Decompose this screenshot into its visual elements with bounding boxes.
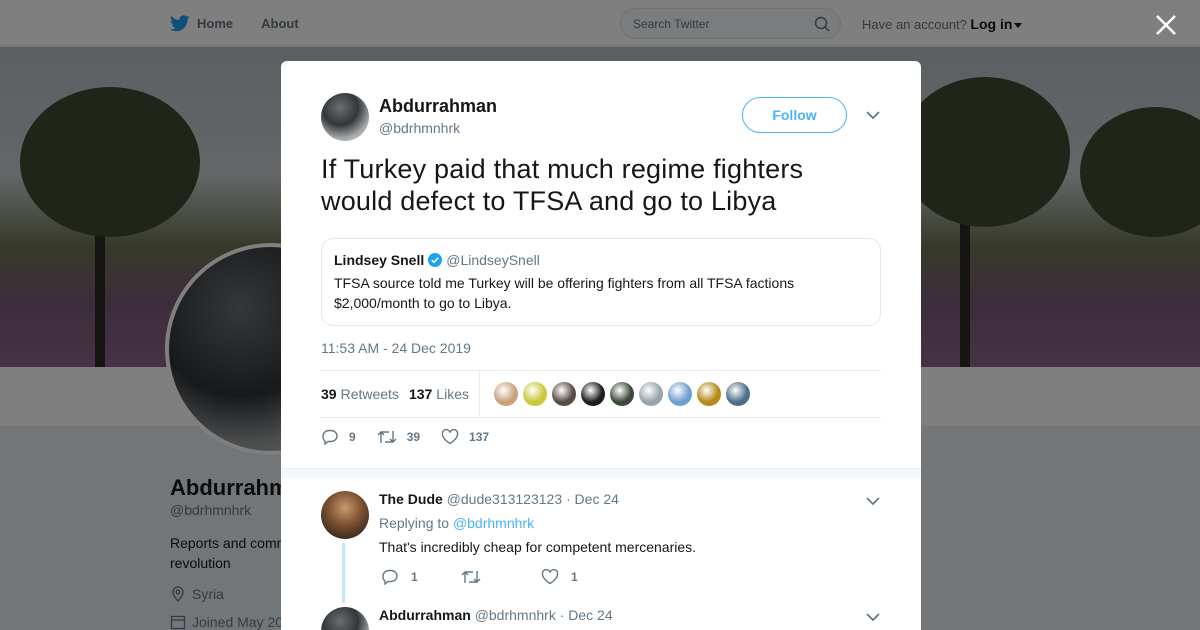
quoted-tweet-text: TFSA source told me Turkey will be offer…: [334, 275, 795, 311]
liker-avatar[interactable]: [551, 382, 576, 406]
liker-avatar[interactable]: [725, 382, 750, 406]
retweets-count: 39: [321, 386, 337, 402]
author-avatar[interactable]: [321, 93, 369, 141]
retweet-count: 39: [406, 430, 421, 444]
reply-header: The Dude @dude313123123 · Dec 24: [379, 491, 619, 507]
like-count: 137: [469, 430, 490, 444]
likes-count: 137: [408, 386, 433, 402]
liker-avatars: [493, 382, 755, 406]
reply-author-name[interactable]: The Dude: [379, 491, 443, 507]
follow-button[interactable]: Follow: [742, 97, 847, 133]
stats-divider: [478, 371, 480, 417]
like-action[interactable]: 137: [441, 429, 489, 445]
heart-icon: [441, 429, 459, 445]
retweet-action[interactable]: 39: [377, 429, 420, 445]
reply-action[interactable]: 9: [321, 429, 356, 445]
chevron-down-icon[interactable]: [866, 612, 880, 622]
reply-header: Abdurrahman @bdrhmnhrk · Dec 24: [379, 607, 613, 623]
retweet-icon: [461, 571, 481, 583]
chevron-down-icon[interactable]: [866, 110, 880, 120]
tweet-modal: Abdurrahman @bdrhmnhrk Follow If Turkey …: [281, 61, 921, 630]
liker-avatar[interactable]: [522, 382, 547, 406]
retweets-stat[interactable]: 39 Retweets: [321, 386, 399, 402]
liker-avatar[interactable]: [638, 382, 663, 406]
quoted-author-handle: @LindseySnell: [446, 252, 540, 268]
reply-retweet-action[interactable]: [461, 569, 541, 585]
replying-to-link[interactable]: @bdrhmnhrk: [453, 515, 534, 531]
reply-avatar[interactable]: [321, 607, 369, 630]
reply-icon: [322, 429, 338, 445]
quoted-tweet[interactable]: Lindsey Snell @LindseySnell TFSA source …: [321, 238, 881, 326]
replies-divider: [281, 468, 921, 478]
retweets-label: Retweets: [340, 386, 399, 402]
reply-like-action[interactable]: 1: [541, 569, 621, 585]
reply-date[interactable]: · Dec 24: [566, 491, 619, 507]
reply-avatar[interactable]: [321, 491, 369, 539]
reply-icon: [382, 569, 398, 585]
close-icon[interactable]: [1153, 12, 1179, 38]
liker-avatar[interactable]: [696, 382, 721, 406]
verified-badge-icon: [428, 253, 443, 267]
quoted-author-name: Lindsey Snell: [334, 252, 425, 268]
tweet-text: If Turkey paid that much regime fighters…: [321, 154, 804, 216]
liker-avatar[interactable]: [580, 382, 605, 406]
retweet-icon: [377, 431, 397, 443]
likes-label: Likes: [436, 386, 469, 402]
replying-to-prefix: Replying to: [379, 515, 450, 531]
reply-author-handle[interactable]: @dude313123123: [447, 491, 562, 507]
tweet-stats: 39 Retweets 137 Likes: [321, 370, 881, 418]
tweet-timestamp[interactable]: 11:53 AM - 24 Dec 2019: [321, 340, 471, 356]
reply-reply-count: 1: [411, 570, 418, 584]
heart-icon: [541, 569, 559, 585]
reply-author-handle[interactable]: @bdrhmnhrk: [475, 607, 556, 623]
thread-line: [342, 543, 345, 603]
replying-to: Replying to @bdrhmnhrk: [379, 515, 534, 531]
reply-text: That's incredibly cheap for competent me…: [379, 539, 697, 555]
tweet-actions: 9 39 137: [321, 429, 510, 445]
quoted-tweet-header: Lindsey Snell @LindseySnell: [334, 252, 868, 268]
reply-count: 9: [349, 430, 356, 444]
author-name[interactable]: Abdurrahman: [379, 96, 497, 117]
reply-like-count: 1: [571, 570, 578, 584]
liker-avatar[interactable]: [609, 382, 634, 406]
author-handle[interactable]: @bdrhmnhrk: [379, 120, 460, 136]
reply-author-name[interactable]: Abdurrahman: [379, 607, 471, 623]
reply-actions: 1 1: [381, 569, 621, 585]
reply-reply-action[interactable]: 1: [381, 569, 461, 585]
liker-avatar[interactable]: [667, 382, 692, 406]
chevron-down-icon[interactable]: [866, 496, 880, 506]
reply-date[interactable]: · Dec 24: [560, 607, 613, 623]
likes-stat[interactable]: 137 Likes: [409, 386, 469, 402]
liker-avatar[interactable]: [493, 382, 518, 406]
